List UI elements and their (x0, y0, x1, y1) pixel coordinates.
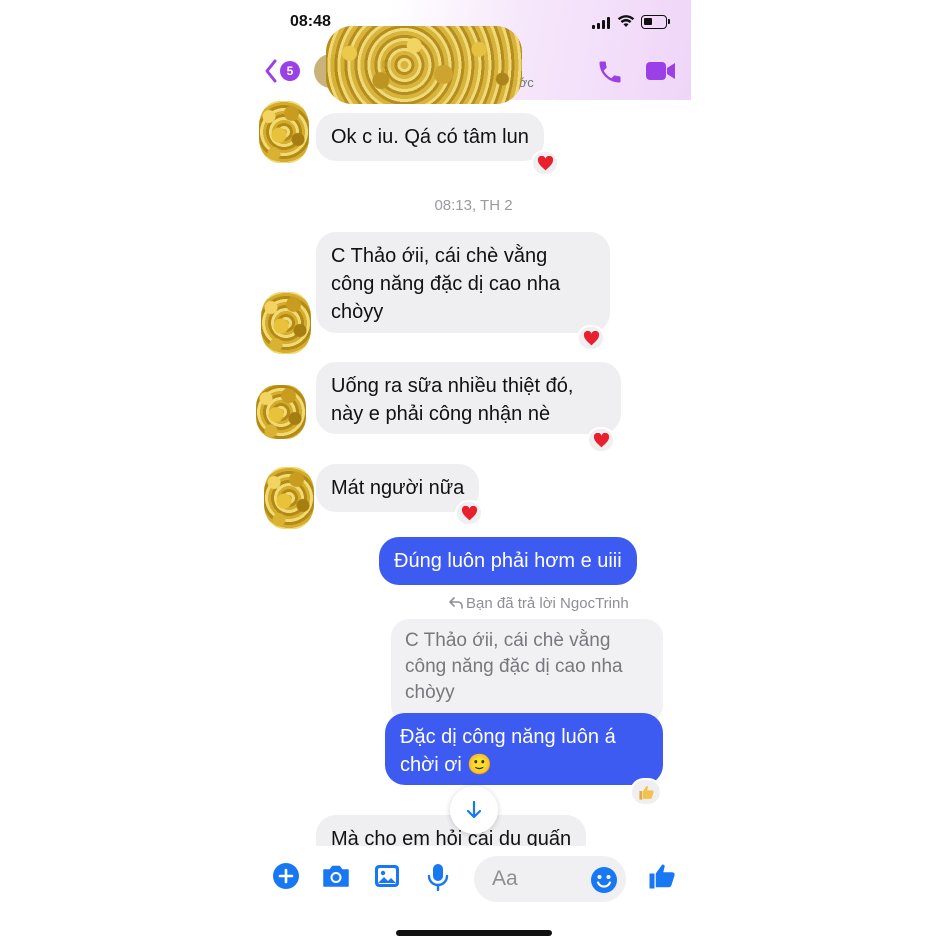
chevron-left-icon (265, 59, 277, 83)
chat-header: 5 g ước (256, 26, 691, 104)
redaction-overlay (326, 26, 522, 104)
phone-call-icon[interactable] (596, 58, 624, 86)
sender-avatar[interactable] (264, 467, 314, 529)
wifi-icon (617, 15, 635, 27)
thumbs-up-icon (638, 785, 654, 800)
reply-indicator-text: Bạn đã trả lời NgocTrinh (466, 595, 629, 612)
heart-icon (593, 432, 609, 447)
battery-icon (641, 15, 667, 29)
status-time: 08:48 (290, 13, 331, 30)
heart-reaction[interactable] (531, 150, 559, 176)
quoted-message[interactable]: C Thảo ớii, cái chè vằng công năng đặc d… (391, 619, 663, 723)
unread-count-badge: 5 (280, 61, 300, 81)
scroll-to-bottom-button[interactable] (450, 786, 498, 834)
sender-avatar[interactable] (259, 101, 309, 163)
outgoing-message[interactable]: Đặc dị công năng luôn á chời ơi 🙂 (385, 713, 663, 785)
plus-circle-icon[interactable] (272, 862, 300, 890)
outgoing-message[interactable]: Đúng luôn phải hơm e uiii (379, 537, 637, 585)
thumbs-up-like-icon[interactable] (647, 860, 677, 892)
reply-arrow-icon (449, 597, 463, 609)
arrow-down-icon (466, 800, 482, 819)
message-text: Mát người nữa (331, 477, 465, 499)
message-text: C Thảo ớii, cái chè vằng công năng đặc d… (331, 245, 561, 323)
sender-avatar[interactable] (261, 292, 311, 354)
home-indicator (396, 930, 552, 936)
incoming-message[interactable]: Uống ra sữa nhiều thiệt đó, này e phải c… (316, 362, 621, 434)
emoji-icon[interactable] (590, 866, 618, 894)
message-text: Uống ra sữa nhiều thiệt đó, này e phải c… (331, 375, 574, 425)
quoted-text: C Thảo ớii, cái chè vằng công năng đặc d… (405, 630, 623, 703)
heart-icon (537, 155, 553, 170)
sender-avatar[interactable] (256, 385, 306, 439)
messenger-screen: 08:48 5 g ước (256, 0, 691, 946)
heart-icon (583, 330, 599, 345)
microphone-icon[interactable] (427, 862, 449, 892)
back-button[interactable]: 5 (264, 56, 312, 86)
incoming-message[interactable]: C Thảo ớii, cái chè vằng công năng đặc d… (316, 232, 610, 333)
thumbs-up-reaction[interactable] (630, 778, 662, 806)
heart-reaction[interactable] (455, 500, 483, 526)
video-call-icon[interactable] (645, 60, 677, 82)
heart-reaction[interactable] (577, 325, 605, 351)
camera-icon[interactable] (321, 862, 351, 890)
heart-reaction[interactable] (587, 427, 615, 453)
reply-indicator: Bạn đã trả lời NgocTrinh (449, 595, 629, 612)
heart-icon (461, 505, 477, 520)
image-gallery-icon[interactable] (373, 862, 401, 890)
message-text: Ok c iu. Qá có tâm lun (331, 126, 529, 148)
message-timestamp: 08:13, TH 2 (434, 197, 513, 214)
message-text: Đúng luôn phải hơm e uiii (394, 550, 622, 572)
cellular-signal-icon (592, 17, 610, 29)
message-text: Đặc dị công năng luôn á chời ơi 🙂 (400, 726, 616, 776)
battery-tip (668, 19, 670, 24)
message-composer (256, 846, 691, 946)
incoming-message[interactable]: Mát người nữa (316, 464, 480, 512)
incoming-message[interactable]: Ok c iu. Qá có tâm lun (316, 113, 544, 161)
